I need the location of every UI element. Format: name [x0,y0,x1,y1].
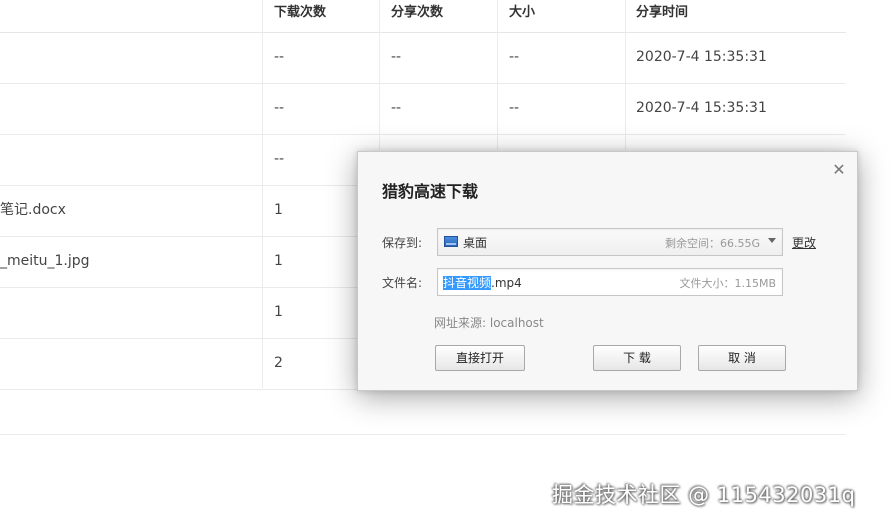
cancel-button[interactable]: 取 消 [698,345,786,371]
cell-time: 2020-7-4 15:35:31 [636,49,767,65]
table-row[interactable]: -- -- -- 2020-7-4 15:35:31 [0,32,846,84]
table-row[interactable]: 2 [0,338,357,390]
table-row[interactable]: 笔记.docx 1 [0,185,357,237]
cell-size: -- [509,100,520,116]
cell-downloads: 1 [274,304,283,320]
header-shares[interactable]: 分享次数 [391,2,443,34]
cell-downloads: 2 [274,355,283,371]
header-downloads[interactable]: 下载次数 [274,2,326,34]
watermark: 掘金技术社区 @ 115432031q [552,483,856,507]
cell-downloads: -- [274,151,285,167]
filename-value: 抖音视频.mp4 [443,274,522,291]
table-row[interactable]: -- -- -- 2020-7-4 15:35:31 [0,83,846,135]
download-button[interactable]: 下 载 [593,345,681,371]
cell-shares: -- [391,100,402,116]
cell-shares: -- [391,49,402,65]
cell-downloads: -- [274,100,285,116]
chevron-down-icon[interactable] [768,238,776,243]
filename-selected-text: 抖音视频 [443,276,492,290]
desktop-folder-icon [444,236,458,247]
header-size[interactable]: 大小 [509,2,535,34]
file-size-text: 文件大小：1.15MB [679,277,776,290]
source-url-text: 网址来源: localhost [434,316,544,330]
filename-extension: .mp4 [491,276,522,290]
table-header: 下载次数 分享次数 大小 分享时间 [0,0,846,33]
table-row [0,389,846,435]
table-row[interactable]: 1 [0,287,357,339]
open-directly-button[interactable]: 直接打开 [435,345,525,371]
filename-input[interactable]: 抖音视频.mp4 文件大小：1.15MB [437,268,783,296]
filename-label: 文件名: [382,276,423,290]
cell-size: -- [509,49,520,65]
cell-name: 笔记.docx [0,202,66,218]
cell-name: _meitu_1.jpg [0,253,90,269]
change-location-link[interactable]: 更改 [792,234,816,251]
cell-downloads: 1 [274,253,283,269]
download-dialog: 猎豹高速下载 ✕ 保存到: 桌面 剩余空间：66.55G 更改 文件名: 抖音视… [357,151,858,391]
cell-downloads: 1 [274,202,283,218]
save-to-label: 保存到: [382,236,423,250]
dialog-title: 猎豹高速下载 [382,182,479,201]
header-share-time[interactable]: 分享时间 [636,2,688,34]
cell-time: 2020-7-4 15:35:31 [636,100,767,116]
cell-downloads: -- [274,49,285,65]
save-location-select[interactable]: 桌面 剩余空间：66.55G [437,228,783,256]
table-row[interactable]: _meitu_1.jpg 1 [0,236,357,288]
close-icon[interactable]: ✕ [831,162,847,178]
page: 下载次数 分享次数 大小 分享时间 -- -- -- 2020-7-4 15:3… [0,0,896,527]
free-space-text: 剩余空间：66.55G [664,237,760,250]
save-location-value: 桌面 [463,236,488,250]
